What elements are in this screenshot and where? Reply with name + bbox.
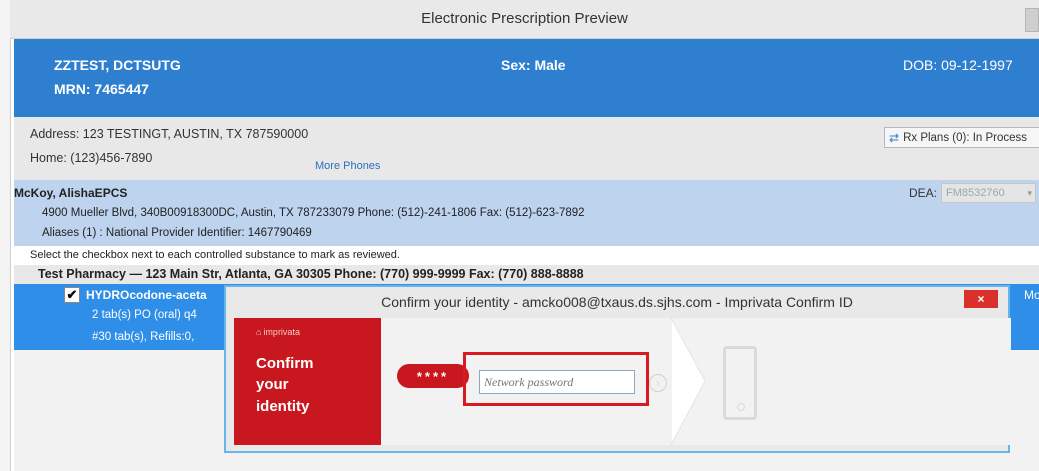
password-stars-badge: **** [397, 364, 469, 388]
rx-plans-label: Rx Plans (0): In Process [903, 131, 1028, 144]
patient-address: Address: 123 TESTINGT, AUSTIN, TX 787590… [30, 127, 309, 141]
dea-select[interactable]: FM8532760 ▾ [941, 183, 1036, 203]
go-arrow-icon[interactable]: › [649, 374, 667, 392]
prescriber-address: 4900 Mueller Blvd, 340B00918300DC, Austi… [42, 207, 585, 219]
window-close-button[interactable] [1025, 8, 1039, 32]
chevron-down-icon: ▾ [1027, 187, 1032, 198]
patient-dob: DOB: 09-12-1997 [903, 57, 1013, 73]
dialog-close-button[interactable]: × [964, 290, 998, 308]
prescriber-name: McKoy, AlishaEPCS [14, 186, 128, 200]
patient-home-phone: Home: (123)456-7890 [30, 151, 153, 165]
network-password-input[interactable] [479, 370, 635, 394]
checkmark-icon: ✔ [66, 287, 78, 302]
left-window-edge [0, 0, 11, 471]
dea-value: FM8532760 [946, 187, 1005, 199]
review-instruction: Select the checkbox next to each control… [14, 246, 1039, 265]
password-step-area: **** › [381, 318, 1011, 445]
patient-contact-section: Address: 123 TESTINGT, AUSTIN, TX 787590… [14, 117, 1039, 180]
pharmacy-info: Test Pharmacy — 123 Main Str, Atlanta, G… [14, 265, 1039, 284]
imprivata-brand: imprivata [263, 327, 300, 337]
close-icon: × [977, 292, 985, 306]
rx-plans-button[interactable]: ⇄ Rx Plans (0): In Process [884, 127, 1039, 148]
dea-label: DEA: [909, 186, 938, 200]
more-phones-link[interactable]: More Phones [315, 160, 380, 172]
patient-header: ZZTEST, DCTSUTG MRN: 7465447 Sex: Male D… [14, 39, 1039, 117]
phone-home-button [737, 403, 745, 411]
modify-link[interactable]: Modi [1024, 288, 1039, 302]
confirm-identity-dialog: Confirm your identity - amcko008@txaus.d… [224, 285, 1011, 453]
step-arrow-grey-icon [671, 318, 705, 445]
prescriber-aliases: Aliases (1) : National Provider Identifi… [42, 227, 312, 239]
medication-sig: 2 tab(s) PO (oral) q4 [92, 309, 197, 321]
patient-mrn: MRN: 7465447 [54, 81, 149, 97]
rx-plans-icon: ⇄ [889, 130, 900, 145]
window-title: Electronic Prescription Preview [421, 10, 628, 27]
confirm-line-3: identity [256, 398, 310, 415]
patient-sex: Sex: Male [501, 57, 566, 73]
patient-name: ZZTEST, DCTSUTG [54, 57, 181, 73]
phone-icon [723, 346, 757, 420]
window-titlebar: Electronic Prescription Preview [10, 0, 1039, 39]
imprivata-logo: ⌂ imprivata [256, 327, 300, 337]
confirm-line-1: Confirm [256, 355, 314, 372]
medication-checkbox[interactable]: ✔ [64, 287, 80, 303]
prescriber-section: McKoy, AlishaEPCS 4900 Mueller Blvd, 340… [14, 180, 1039, 246]
imprivata-icon: ⌂ [256, 327, 262, 337]
confirm-line-2: your [256, 376, 289, 393]
confirm-identity-panel: ⌂ imprivata Confirm your identity [234, 318, 381, 445]
medication-quantity: #30 tab(s), Refills:0, [92, 331, 195, 343]
medication-name: HYDROcodone-aceta [86, 288, 207, 302]
dialog-title: Confirm your identity - amcko008@txaus.d… [381, 294, 853, 310]
